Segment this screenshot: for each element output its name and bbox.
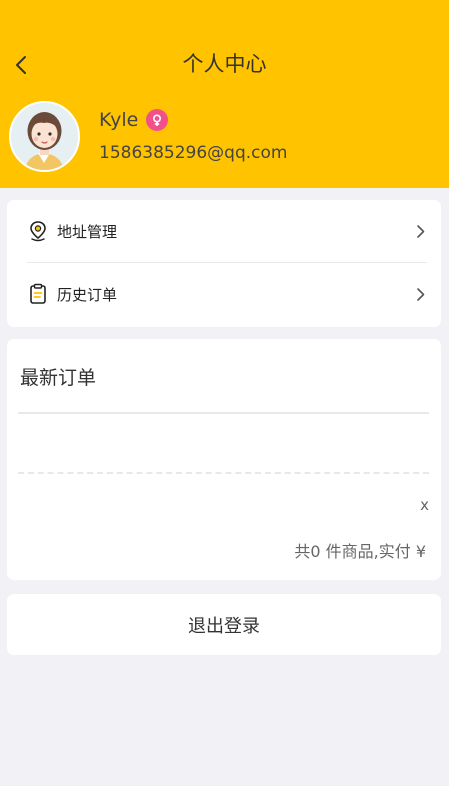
dashed-divider <box>18 472 429 474</box>
user-name-row: Kyle <box>99 109 169 131</box>
header: 个人中心 Kyle 1586385296@qq.com <box>0 0 449 188</box>
latest-order-card: 最新订单 x 共0 件商品,实付 ¥ <box>7 339 441 580</box>
menu-card: 地址管理 历史订单 <box>7 200 441 327</box>
user-name: Kyle <box>99 109 139 131</box>
chevron-right-icon <box>413 223 427 239</box>
menu-item-order-history[interactable]: 历史订单 <box>27 263 427 325</box>
divider <box>18 412 429 414</box>
avatar-image <box>11 103 78 170</box>
chevron-right-icon <box>413 286 427 302</box>
female-icon <box>146 109 169 131</box>
menu-item-label: 地址管理 <box>57 222 118 241</box>
page-title: 个人中心 <box>182 52 267 76</box>
menu-item-label: 历史订单 <box>57 285 118 304</box>
user-email: 1586385296@qq.com <box>99 143 288 163</box>
logout-label: 退出登录 <box>188 615 260 637</box>
order-close-button[interactable]: x <box>420 496 429 514</box>
order-summary: 共0 件商品,实付 ¥ <box>294 542 426 561</box>
clipboard-icon <box>27 282 49 306</box>
location-pin-icon <box>27 219 49 243</box>
latest-order-title: 最新订单 <box>20 367 97 389</box>
menu-item-address[interactable]: 地址管理 <box>27 200 427 262</box>
avatar[interactable] <box>9 101 80 172</box>
logout-button[interactable]: 退出登录 <box>7 594 441 655</box>
